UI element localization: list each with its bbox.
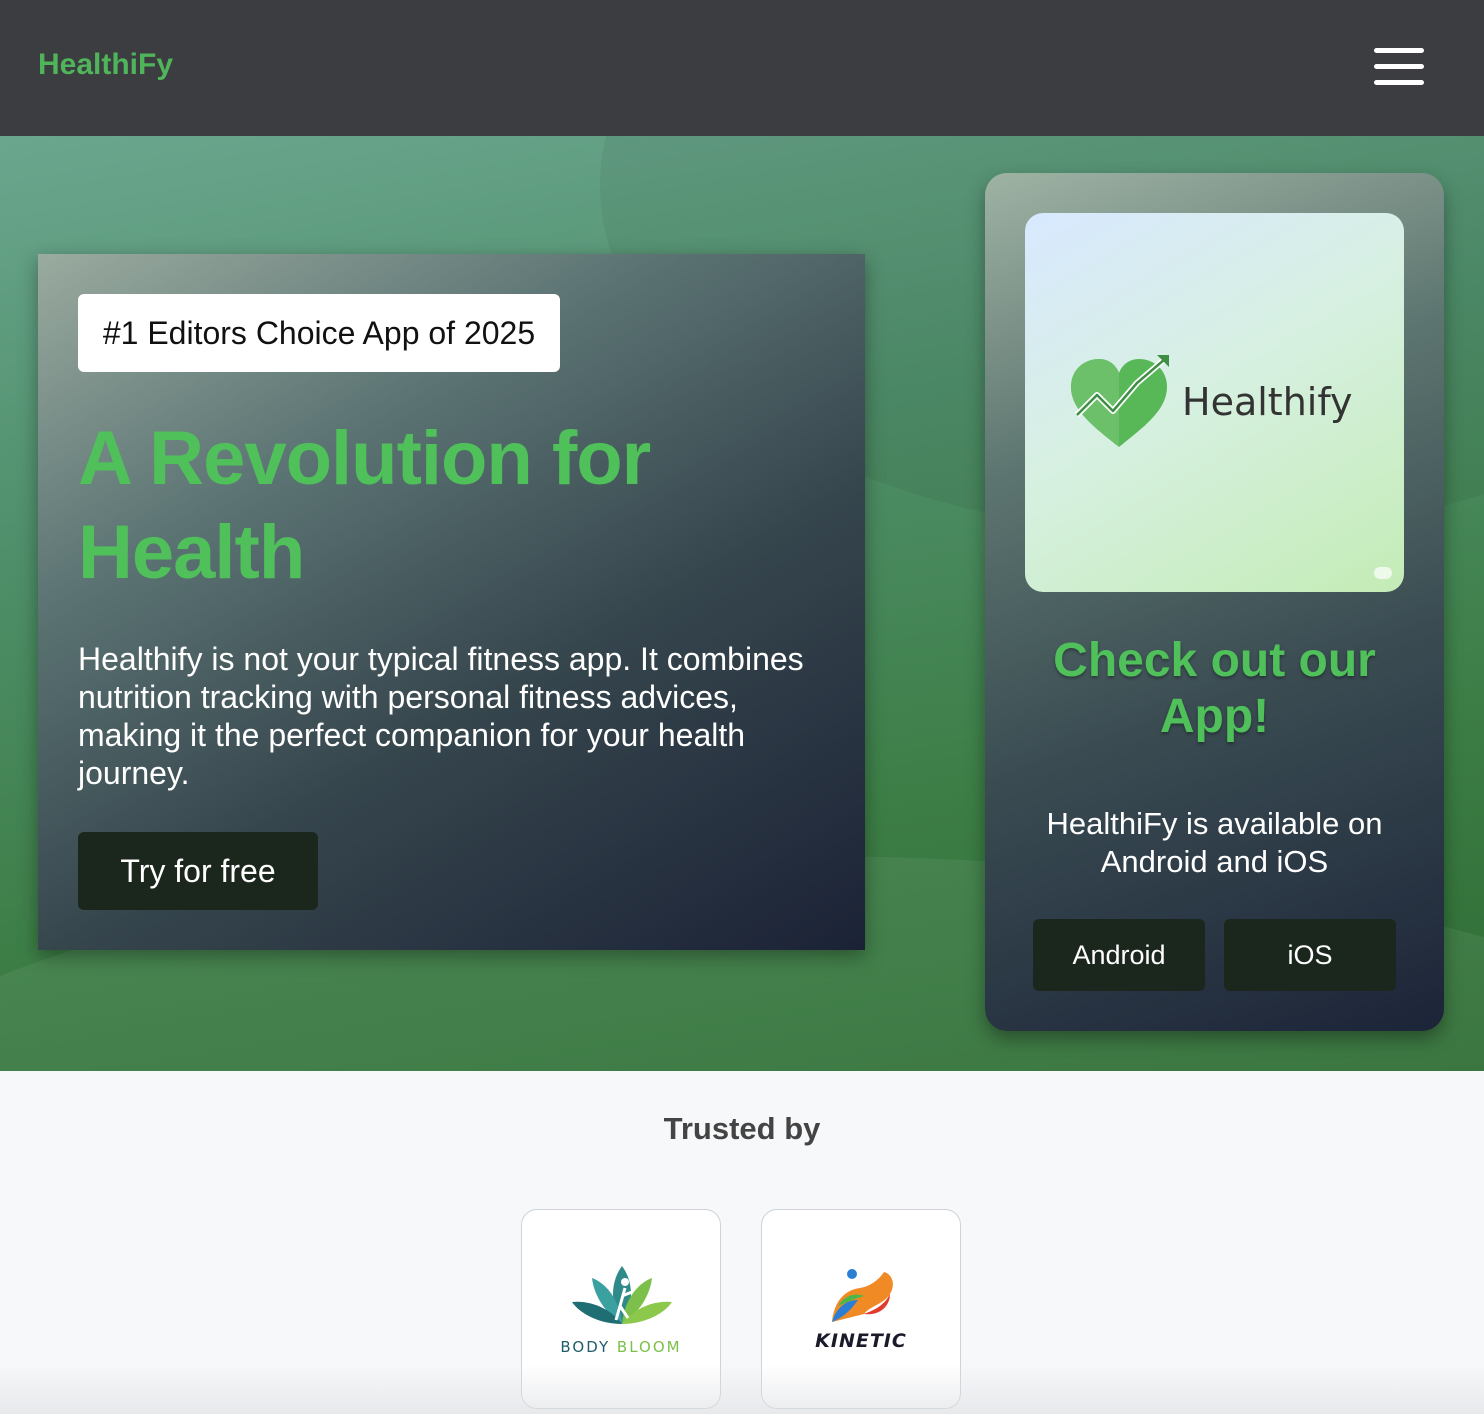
heart-with-growth-arrow-icon	[1071, 355, 1169, 447]
top-navbar: HealthiFy	[0, 0, 1484, 136]
app-promo-heading: Check out our App!	[1053, 634, 1376, 743]
hero-card: #1 Editors Choice App of 2025 A Revoluti…	[38, 254, 865, 950]
ios-button[interactable]: iOS	[1224, 919, 1396, 991]
trusted-by-section: Trusted by BODY BLOOM KINETIC	[0, 1071, 1484, 1414]
partner-name-part: BODY	[560, 1338, 611, 1356]
hero-description: Healthify is not your typical fitness ap…	[78, 641, 804, 791]
app-promo-card: Healthify Check out our App! HealthiFy i…	[985, 173, 1444, 1031]
partner-name: KINETIC	[815, 1330, 907, 1352]
android-button[interactable]: Android	[1033, 919, 1205, 991]
bottom-fade	[0, 1364, 1484, 1414]
hero-section: #1 Editors Choice App of 2025 A Revoluti…	[0, 136, 1484, 1071]
hamburger-menu-icon[interactable]	[1372, 46, 1426, 88]
partner-name: BODY BLOOM	[522, 1338, 720, 1356]
image-watermark	[1374, 567, 1392, 579]
lotus-figure-icon	[572, 1266, 672, 1324]
award-badge: #1 Editors Choice App of 2025	[78, 294, 560, 372]
hero-headline: A Revolution for Health	[78, 416, 651, 595]
app-logo-image: Healthify	[1025, 213, 1404, 592]
app-availability-text: HealthiFy is available on Android and iO…	[1046, 806, 1383, 879]
flexed-arm-icon	[832, 1269, 893, 1322]
app-logo-text: Healthify	[1182, 380, 1353, 424]
trusted-by-title: Trusted by	[663, 1111, 821, 1146]
partner-name-part: BLOOM	[616, 1338, 682, 1356]
brand-logo-link[interactable]: HealthiFy	[38, 48, 173, 82]
try-for-free-button[interactable]: Try for free	[78, 832, 318, 910]
